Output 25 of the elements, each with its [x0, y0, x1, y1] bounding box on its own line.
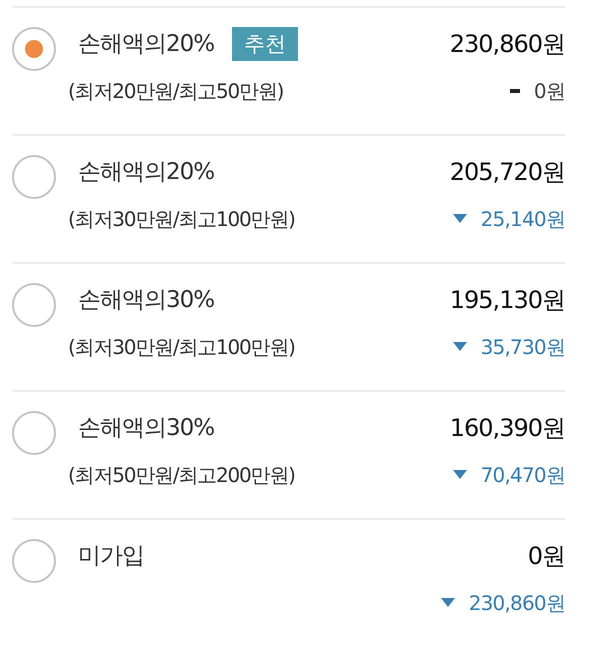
- option-title: 손해액의30%: [78, 286, 214, 315]
- option-price: 160,390원: [450, 413, 565, 444]
- option-title: 미가입: [78, 542, 144, 571]
- option-price: 205,720원: [450, 157, 565, 188]
- option-range: (최저50만원/최고200만원): [68, 462, 296, 489]
- price-difference: 35,730원: [480, 334, 565, 361]
- option-price: 195,130원: [450, 285, 565, 316]
- option-range: (최저30만원/최고100만원): [68, 334, 296, 361]
- option-title: 손해액의30%: [78, 414, 214, 443]
- price-difference: 230,860원: [468, 590, 565, 617]
- radio-button[interactable]: [12, 155, 56, 199]
- radio-button[interactable]: [12, 27, 56, 71]
- option-range: (최저20만원/최고50만원): [68, 78, 284, 105]
- price-difference: 70,470원: [480, 462, 565, 489]
- option-title: 손해액의20%: [78, 158, 214, 187]
- price-difference: 25,140원: [480, 206, 565, 233]
- price-difference: 0원: [534, 78, 565, 105]
- radio-button[interactable]: [12, 539, 56, 583]
- radio-button[interactable]: [12, 283, 56, 327]
- recommended-badge: 추천: [232, 27, 298, 61]
- radio-button[interactable]: [12, 411, 56, 455]
- option-range: (최저30만원/최고100만원): [68, 206, 296, 233]
- option-title: 손해액의20%: [78, 30, 214, 59]
- option-price: 0원: [528, 541, 565, 572]
- option-price: 230,860원: [450, 29, 565, 60]
